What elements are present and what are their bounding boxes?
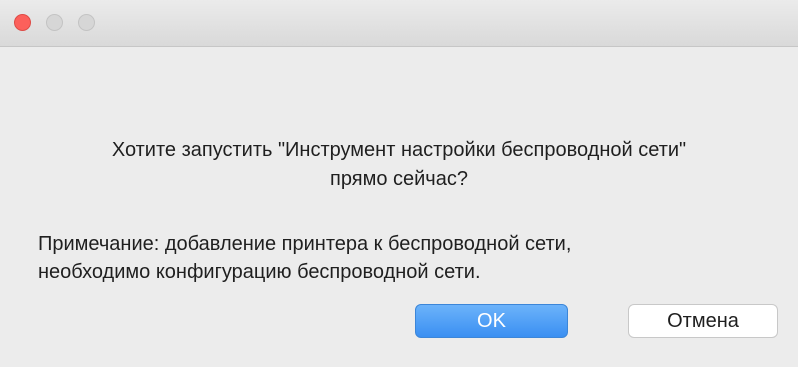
minimize-window-button[interactable] bbox=[46, 14, 63, 31]
dialog-question: Хотите запустить "Инструмент настройки б… bbox=[0, 136, 798, 194]
question-line-2: прямо сейчас? bbox=[330, 168, 468, 190]
cancel-button[interactable]: Отмена bbox=[628, 304, 778, 338]
question-line-1: Хотите запустить "Инструмент настройки б… bbox=[111, 139, 687, 161]
note-line-2: необходимо конфигурацию беспроводной сет… bbox=[38, 261, 481, 283]
dialog-window: Хотите запустить "Инструмент настройки б… bbox=[0, 0, 798, 367]
note-line-1: Примечание: добавление принтера к беспро… bbox=[38, 233, 572, 255]
title-bar[interactable] bbox=[0, 0, 798, 47]
zoom-window-button[interactable] bbox=[78, 14, 95, 31]
dialog-note: Примечание: добавление принтера к беспро… bbox=[38, 230, 571, 286]
ok-button[interactable]: OK bbox=[415, 304, 568, 338]
close-window-button[interactable] bbox=[14, 14, 31, 31]
